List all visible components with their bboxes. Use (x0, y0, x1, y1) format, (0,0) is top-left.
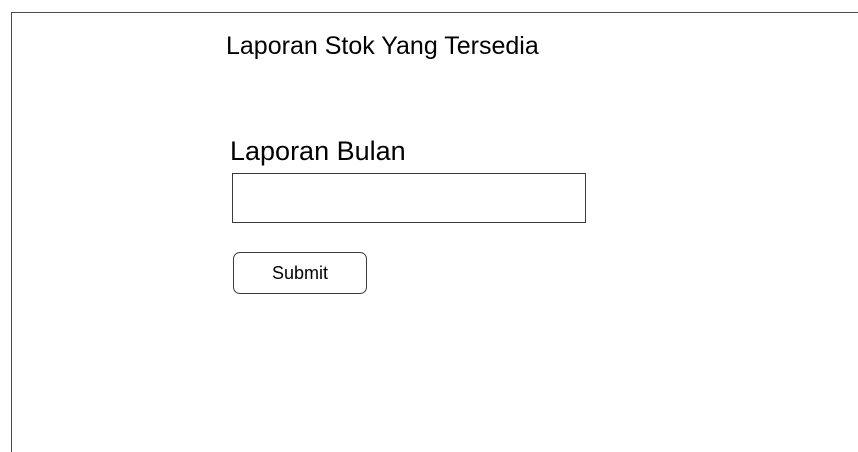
page-title: Laporan Stok Yang Tersedia (226, 32, 539, 60)
month-field-label: Laporan Bulan (230, 136, 406, 166)
report-frame (11, 12, 858, 452)
submit-button[interactable]: Submit (233, 252, 367, 294)
month-input[interactable] (232, 173, 586, 223)
